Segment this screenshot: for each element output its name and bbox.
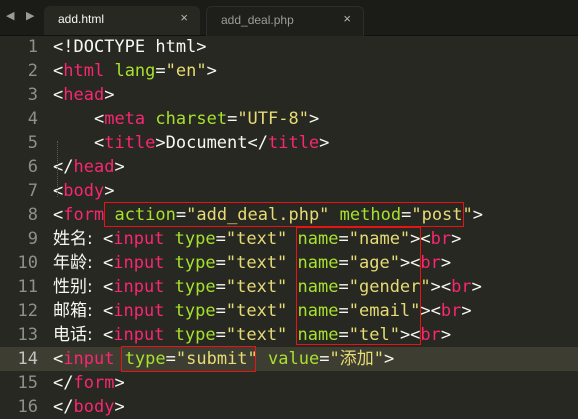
line-number: 7 xyxy=(27,181,38,201)
code-line: 2 <html lang="en"> xyxy=(0,59,578,83)
code-text: 年龄: <input type="text" name="age"><br> xyxy=(53,253,452,273)
code-text: <form action="add_deal.php" method="post… xyxy=(53,205,484,225)
code-line: 6 </head> xyxy=(0,155,578,179)
tab-add-deal-php[interactable]: add_deal.php × xyxy=(206,6,364,36)
line-number: 3 xyxy=(27,85,38,105)
code-text: <meta charset="UTF-8"> xyxy=(93,109,320,129)
close-icon[interactable]: × xyxy=(180,10,188,25)
code-text: 姓名: <input type="text" name="name"><br> xyxy=(53,229,462,249)
code-line: 9 姓名: <input type="text" name="name"><br… xyxy=(0,227,578,251)
line-number: 1 xyxy=(27,37,38,57)
line-number: 6 xyxy=(27,157,38,177)
code-text: </head> xyxy=(53,157,125,177)
code-text: <title>Document</title> xyxy=(93,133,330,153)
line-number: 11 xyxy=(17,277,38,297)
code-text: 电话: <input type="text" name="tel"><br> xyxy=(53,325,452,345)
line-number: 13 xyxy=(17,325,38,345)
code-text: <input type="submit" value="添加"> xyxy=(53,349,395,369)
code-text: <!DOCTYPE html> xyxy=(53,37,207,57)
line-number: 4 xyxy=(27,109,38,129)
tab-label: add_deal.php xyxy=(221,13,294,27)
code-editor[interactable]: 1 <!DOCTYPE html> 2 <html lang="en"> 3 <… xyxy=(0,35,578,417)
code-line: 11 性别: <input type="text" name="gender">… xyxy=(0,275,578,299)
line-number: 12 xyxy=(17,301,38,321)
line-number: 15 xyxy=(17,373,38,393)
code-text: <html lang="en"> xyxy=(53,61,217,81)
code-line: 15 </form> xyxy=(0,371,578,395)
code-line: 3 <head> xyxy=(0,83,578,107)
code-line-current: 14 <input type="submit" value="添加"> xyxy=(0,347,578,371)
code-line: 12 邮箱: <input type="text" name="email"><… xyxy=(0,299,578,323)
line-number: 8 xyxy=(27,205,38,225)
line-number: 10 xyxy=(17,253,38,273)
tab-nav-arrows-icon[interactable]: ◀ ▶ xyxy=(6,9,38,22)
code-text: </form> xyxy=(53,373,125,393)
code-line: 5 <title>Document</title> xyxy=(0,131,578,155)
line-number: 14 xyxy=(17,349,38,369)
code-text: <body> xyxy=(53,181,115,201)
code-line: 8 <form action="add_deal.php" method="po… xyxy=(0,203,578,227)
code-text: <head> xyxy=(53,85,115,105)
code-text: 性别: <input type="text" name="gender"><br… xyxy=(53,277,482,297)
close-icon[interactable]: × xyxy=(343,11,351,26)
code-line: 10 年龄: <input type="text" name="age"><br… xyxy=(0,251,578,275)
code-text: </body> xyxy=(53,397,125,417)
tab-bar: ◀ ▶ add.html × add_deal.php × xyxy=(0,0,578,36)
line-number: 5 xyxy=(27,133,38,153)
line-number: 2 xyxy=(27,61,38,81)
code-line: 7 <body> xyxy=(0,179,578,203)
tab-add-html[interactable]: add.html × xyxy=(44,6,200,35)
code-text: 邮箱: <input type="text" name="email"><br> xyxy=(53,301,472,321)
code-line: 1 <!DOCTYPE html> xyxy=(0,35,578,59)
code-line: 4 <meta charset="UTF-8"> xyxy=(0,107,578,131)
code-line: 16 </body> xyxy=(0,395,578,419)
indent-guide xyxy=(57,141,58,197)
line-number: 9 xyxy=(27,229,38,249)
tab-label: add.html xyxy=(58,12,105,26)
code-line: 13 电话: <input type="text" name="tel"><br… xyxy=(0,323,578,347)
line-number: 16 xyxy=(17,397,38,417)
